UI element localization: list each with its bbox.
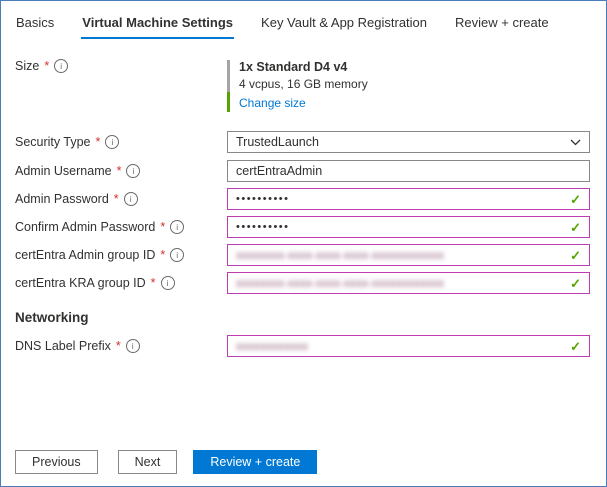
confirm-admin-password-label: Confirm Admin Password * i (15, 220, 227, 234)
info-glyph: i (176, 251, 178, 260)
info-icon[interactable]: i (126, 164, 140, 178)
tab-review-create[interactable]: Review + create (454, 13, 550, 39)
valid-check-icon: ✓ (570, 221, 581, 234)
confirm-admin-password-label-text: Confirm Admin Password (15, 220, 155, 234)
admin-password-label: Admin Password * i (15, 192, 227, 206)
admin-username-input[interactable]: certEntraAdmin (227, 160, 590, 182)
size-row: Size * i 1x Standard D4 v4 4 vcpus, 16 G… (15, 59, 590, 113)
required-asterisk: * (160, 220, 165, 234)
info-glyph: i (176, 223, 178, 232)
required-asterisk: * (44, 59, 49, 73)
info-icon[interactable]: i (161, 276, 175, 290)
dns-label-prefix-label: DNS Label Prefix * i (15, 339, 227, 353)
required-asterisk: * (151, 276, 156, 290)
info-icon[interactable]: i (170, 220, 184, 234)
certentra-kra-group-id-label-text: certEntra KRA group ID (15, 276, 146, 290)
certentra-kra-group-id-label: certEntra KRA group ID * i (15, 276, 227, 290)
info-icon[interactable]: i (126, 339, 140, 353)
certentra-admin-group-id-label: certEntra Admin group ID * i (15, 248, 227, 262)
admin-username-label: Admin Username * i (15, 164, 227, 178)
review-create-button[interactable]: Review + create (193, 450, 317, 474)
chevron-down-icon (570, 139, 581, 146)
size-accent-bar (227, 60, 230, 112)
admin-username-value: certEntraAdmin (236, 164, 322, 178)
admin-password-value: •••••••••• (236, 193, 290, 205)
admin-password-label-text: Admin Password (15, 192, 109, 206)
tab-key-vault-app-registration[interactable]: Key Vault & App Registration (260, 13, 428, 39)
certentra-kra-group-id-control: xxxxxxxx-xxxx-xxxx-xxxx-xxxxxxxxxxxx ✓ (227, 272, 590, 294)
security-type-label: Security Type * i (15, 135, 227, 149)
info-glyph: i (167, 279, 169, 288)
size-name: 1x Standard D4 v4 (239, 60, 590, 74)
valid-check-icon: ✓ (570, 193, 581, 206)
info-icon[interactable]: i (124, 192, 138, 206)
change-size-link[interactable]: Change size (239, 96, 306, 110)
dns-label-prefix-row: DNS Label Prefix * i xxxxxxxxxxxx ✓ (15, 335, 590, 357)
info-icon[interactable]: i (105, 135, 119, 149)
info-icon[interactable]: i (54, 59, 68, 73)
required-asterisk: * (117, 164, 122, 178)
admin-password-control: •••••••••• ✓ (227, 188, 590, 210)
certentra-admin-group-id-input[interactable]: xxxxxxxx-xxxx-xxxx-xxxx-xxxxxxxxxxxx ✓ (227, 244, 590, 266)
valid-check-icon: ✓ (570, 249, 581, 262)
admin-password-input[interactable]: •••••••••• ✓ (227, 188, 590, 210)
size-label-text: Size (15, 59, 39, 73)
admin-username-control: certEntraAdmin (227, 160, 590, 182)
confirm-admin-password-row: Confirm Admin Password * i •••••••••• ✓ (15, 216, 590, 238)
info-glyph: i (130, 195, 132, 204)
dns-label-prefix-input[interactable]: xxxxxxxxxxxx ✓ (227, 335, 590, 357)
wizard-footer: Previous Next Review + create (15, 450, 317, 474)
certentra-kra-group-id-row: certEntra KRA group ID * i xxxxxxxx-xxxx… (15, 272, 590, 294)
next-button[interactable]: Next (118, 450, 178, 474)
valid-check-icon: ✓ (570, 277, 581, 290)
certentra-admin-group-id-label-text: certEntra Admin group ID (15, 248, 155, 262)
security-type-row: Security Type * i TrustedLaunch (15, 131, 590, 153)
dns-label-prefix-value: xxxxxxxxxxxx (236, 339, 308, 353)
info-glyph: i (60, 62, 62, 71)
confirm-admin-password-value: •••••••••• (236, 221, 290, 233)
size-control: 1x Standard D4 v4 4 vcpus, 16 GB memory … (227, 59, 590, 113)
info-glyph: i (111, 138, 113, 147)
security-type-label-text: Security Type (15, 135, 91, 149)
wizard-panel: Basics Virtual Machine Settings Key Vaul… (0, 0, 607, 487)
info-glyph: i (133, 167, 135, 176)
size-summary: 1x Standard D4 v4 4 vcpus, 16 GB memory … (227, 59, 590, 113)
confirm-admin-password-control: •••••••••• ✓ (227, 216, 590, 238)
required-asterisk: * (114, 192, 119, 206)
info-glyph: i (132, 342, 134, 351)
dns-label-prefix-control: xxxxxxxxxxxx ✓ (227, 335, 590, 357)
security-type-value: TrustedLaunch (236, 135, 319, 149)
tab-bar: Basics Virtual Machine Settings Key Vaul… (15, 13, 590, 39)
certentra-kra-group-id-value: xxxxxxxx-xxxx-xxxx-xxxx-xxxxxxxxxxxx (236, 276, 444, 290)
required-asterisk: * (96, 135, 101, 149)
certentra-admin-group-id-row: certEntra Admin group ID * i xxxxxxxx-xx… (15, 244, 590, 266)
security-type-select[interactable]: TrustedLaunch (227, 131, 590, 153)
networking-section-heading: Networking (15, 310, 590, 325)
size-specs: 4 vcpus, 16 GB memory (239, 77, 590, 91)
valid-check-icon: ✓ (570, 340, 581, 353)
size-label: Size * i (15, 59, 227, 73)
required-asterisk: * (116, 339, 121, 353)
certentra-admin-group-id-value: xxxxxxxx-xxxx-xxxx-xxxx-xxxxxxxxxxxx (236, 248, 444, 262)
admin-username-label-text: Admin Username (15, 164, 112, 178)
admin-username-row: Admin Username * i certEntraAdmin (15, 160, 590, 182)
confirm-admin-password-input[interactable]: •••••••••• ✓ (227, 216, 590, 238)
tab-basics[interactable]: Basics (15, 13, 55, 39)
certentra-admin-group-id-control: xxxxxxxx-xxxx-xxxx-xxxx-xxxxxxxxxxxx ✓ (227, 244, 590, 266)
previous-button[interactable]: Previous (15, 450, 98, 474)
dns-label-prefix-label-text: DNS Label Prefix (15, 339, 111, 353)
tab-virtual-machine-settings[interactable]: Virtual Machine Settings (81, 13, 234, 39)
security-type-control: TrustedLaunch (227, 131, 590, 153)
certentra-kra-group-id-input[interactable]: xxxxxxxx-xxxx-xxxx-xxxx-xxxxxxxxxxxx ✓ (227, 272, 590, 294)
required-asterisk: * (160, 248, 165, 262)
info-icon[interactable]: i (170, 248, 184, 262)
admin-password-row: Admin Password * i •••••••••• ✓ (15, 188, 590, 210)
